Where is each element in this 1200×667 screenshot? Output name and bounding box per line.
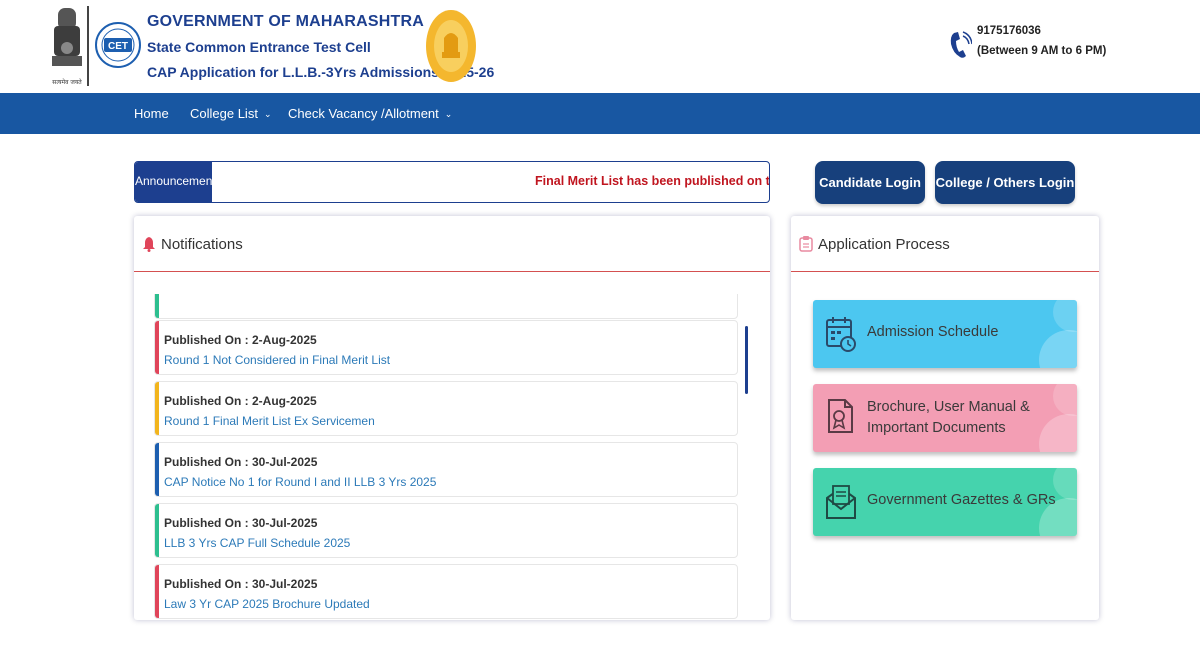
nav-check-vacancy-label: Check Vacancy /Allotment <box>288 106 439 121</box>
notification-link[interactable]: Round 1 Final Merit List Ex Servicemen <box>164 414 375 428</box>
document-icon <box>828 399 853 433</box>
notification-color-bar <box>155 504 159 557</box>
notification-color-bar <box>155 565 159 618</box>
brochure-documents-tile[interactable]: Brochure, User Manual & Important Docume… <box>813 384 1077 452</box>
nav-college-list[interactable]: College List ⌄ <box>190 106 271 121</box>
admission-schedule-tile[interactable]: Admission Schedule <box>813 300 1077 368</box>
list-item[interactable]: Published On : 2-Aug-2025 Round 1 Not Co… <box>154 320 738 375</box>
notification-link[interactable]: Round 1 Not Considered in Final Merit Li… <box>164 353 390 367</box>
notifications-title: Notifications <box>161 236 243 253</box>
gazettes-grs-tile[interactable]: Government Gazettes & GRs <box>813 468 1077 536</box>
envelope-icon <box>826 485 856 519</box>
bell-icon <box>143 237 155 252</box>
nav-home-label: Home <box>134 106 169 121</box>
national-emblem-icon: सत्यमेव जयते <box>52 8 82 86</box>
notifications-card: Notifications Published On : 2-Aug-2025 … <box>134 216 770 620</box>
college-login-button[interactable]: College / Others Login <box>935 161 1075 204</box>
clipboard-icon <box>799 236 813 252</box>
candidate-login-button[interactable]: Candidate Login <box>815 161 925 204</box>
application-process-header: Application Process <box>791 216 1099 272</box>
helpline-phone: 9175176036 <box>977 25 1041 37</box>
emblem-caption: सत्यमेव जयते <box>52 78 82 86</box>
helpline-hours: (Between 9 AM to 6 PM) <box>977 45 1107 57</box>
main-navbar: Home College List ⌄ Check Vacancy /Allotm… <box>0 93 1200 134</box>
notifications-scrollbar[interactable] <box>745 326 748 394</box>
announcement-label: Announcement <box>135 162 216 202</box>
notification-color-bar <box>155 321 159 374</box>
nav-home[interactable]: Home <box>134 106 169 121</box>
calendar-icon <box>826 317 856 352</box>
header-divider <box>87 6 89 86</box>
list-item[interactable]: Published On : 30-Jul-2025 CAP Notice No… <box>154 442 738 497</box>
chevron-down-icon: ⌄ <box>263 109 272 119</box>
admission-schedule-label: Admission Schedule <box>867 324 999 340</box>
header-subtitle: State Common Entrance Test Cell <box>147 39 371 55</box>
maharashtra-seal-icon <box>426 10 476 82</box>
notification-link[interactable]: CAP Notice No 1 for Round I and II LLB 3… <box>164 475 436 489</box>
notification-link[interactable]: Law 3 Yr CAP 2025 Brochure Updated <box>164 597 370 611</box>
notifications-header: Notifications <box>134 216 770 272</box>
brochure-documents-label: Brochure, User Manual & Important Docume… <box>867 399 1030 436</box>
notification-link[interactable]: LLB 3 Yrs CAP Full Schedule 2025 <box>164 536 350 550</box>
phone-icon <box>950 31 972 58</box>
notification-color-bar <box>155 443 159 496</box>
list-item <box>154 294 738 319</box>
notification-date: Published On : 30-Jul-2025 <box>164 577 318 591</box>
notifications-list[interactable]: Published On : 2-Aug-2025 Round 1 Not Co… <box>152 294 742 624</box>
notification-color-bar <box>155 382 159 435</box>
application-process-title: Application Process <box>818 236 950 253</box>
site-header: सत्यमेव जयते CET GOVERNMENT OF MAHARASHT… <box>0 0 1200 93</box>
cet-logo-icon: CET <box>95 22 141 68</box>
notification-date: Published On : 2-Aug-2025 <box>164 333 317 347</box>
cet-logo-text: CET <box>108 41 128 52</box>
announcement-bar: Announcement Final Merit List has been p… <box>134 161 770 203</box>
chevron-down-icon: ⌄ <box>444 109 453 119</box>
notification-date: Published On : 30-Jul-2025 <box>164 516 318 530</box>
list-item[interactable]: Published On : 2-Aug-2025 Round 1 Final … <box>154 381 738 436</box>
list-item[interactable]: Published On : 30-Jul-2025 Law 3 Yr CAP … <box>154 564 738 619</box>
gazettes-grs-label: Government Gazettes & GRs <box>867 492 1056 508</box>
announcement-marquee-text[interactable]: Final Merit List has been published on t… <box>535 174 769 188</box>
notification-date: Published On : 30-Jul-2025 <box>164 455 318 469</box>
header-title: GOVERNMENT OF MAHARASHTRA <box>147 13 424 30</box>
nav-check-vacancy[interactable]: Check Vacancy /Allotment ⌄ <box>288 106 452 121</box>
application-process-card: Application Process Admission Schedule B… <box>791 216 1099 620</box>
list-item[interactable]: Published On : 30-Jul-2025 LLB 3 Yrs CAP… <box>154 503 738 558</box>
nav-college-list-label: College List <box>190 106 258 121</box>
notification-date: Published On : 2-Aug-2025 <box>164 394 317 408</box>
